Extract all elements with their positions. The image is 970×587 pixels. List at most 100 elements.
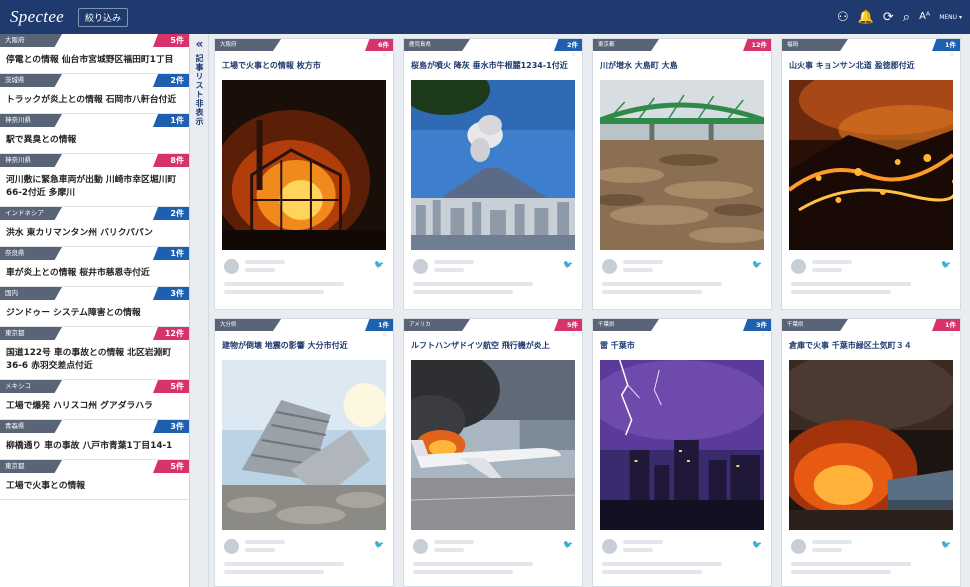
list-item[interactable]: 大阪府 5件 停電との情報 仙台市宮城野区福田町1丁目 xyxy=(0,34,189,74)
font-size-icon[interactable]: Aᴬ xyxy=(919,12,930,22)
avatar xyxy=(602,259,617,274)
incident-card[interactable]: 東京都 12件 ☆ 川が増水 大島町 大島 🐦 xyxy=(592,38,772,310)
twitter-icon[interactable]: 🐦 xyxy=(752,261,762,269)
tweet-text xyxy=(224,562,344,566)
incident-photo[interactable] xyxy=(600,80,764,250)
count-badge: 3件 xyxy=(743,319,771,331)
incident-photo[interactable] xyxy=(411,80,575,250)
tweet-text xyxy=(224,570,324,574)
list-item[interactable]: 東京都 12件 国道122号 車の事故との情報 北区岩淵町36-6 赤羽交差点付近 xyxy=(0,327,189,380)
list-item-title[interactable]: ジンドゥー システム障害との情報 xyxy=(0,300,189,326)
card-title[interactable]: 川が増水 大島町 大島 xyxy=(593,59,771,77)
list-item[interactable]: 奈良県 1件 車が炎上との情報 桜井市慈恩寺付近 xyxy=(0,247,189,287)
incident-card[interactable]: 大阪府 6件 ☆ 工場で火事との情報 枚方市 🐦 xyxy=(214,38,394,310)
tweet-text xyxy=(791,570,891,574)
list-item-title[interactable]: 駅で異臭との情報 xyxy=(0,127,189,153)
list-item-title[interactable]: 車が炎上との情報 桜井市慈恩寺付近 xyxy=(0,260,189,286)
hide-list-label[interactable]: 記事リスト非表示 xyxy=(194,54,205,126)
card-title[interactable]: 雷 千葉市 xyxy=(593,339,771,357)
avatar xyxy=(413,539,428,554)
search-icon[interactable]: ⌕ xyxy=(903,11,910,24)
region-tag: 東京都 xyxy=(0,327,62,340)
menu-icon[interactable]: MENU ▾ xyxy=(939,14,962,21)
tweet-handle xyxy=(245,548,275,552)
list-item-header: インドネシア 2件 xyxy=(0,207,189,220)
tweet-text xyxy=(602,570,702,574)
card-title[interactable]: ルフトハンザドイツ航空 飛行機が炎上 xyxy=(404,339,582,357)
list-item[interactable]: 神奈川県 8件 河川敷に緊急車両が出動 川崎市幸区堀川町66-2付近 多摩川 xyxy=(0,154,189,207)
bell-icon[interactable]: 🔔 xyxy=(858,11,874,24)
twitter-icon[interactable]: 🐦 xyxy=(941,541,951,549)
star-icon[interactable]: ☆ xyxy=(404,51,582,59)
list-item-title[interactable]: トラックが炎上との情報 石岡市八軒台付近 xyxy=(0,87,189,113)
list-item[interactable]: インドネシア 2件 洪水 東カリマンタン州 バリクパパン xyxy=(0,207,189,247)
tweet-handle xyxy=(434,268,464,272)
incident-card[interactable]: 鹿児島県 2件 ☆ 桜島が噴火 降灰 垂水市牛根麓1234-1付近 🐦 xyxy=(403,38,583,310)
region-tag: 奈良県 xyxy=(0,247,62,260)
refresh-icon[interactable]: ⟳ xyxy=(883,11,894,24)
incident-card[interactable]: 福岡 1件 ☆ 山火事 キョンサン北道 盈徳郡付近 🐦 xyxy=(781,38,961,310)
twitter-icon[interactable]: 🐦 xyxy=(374,261,384,269)
incident-photo[interactable] xyxy=(789,80,953,250)
list-item[interactable]: 神奈川県 1件 駅で異臭との情報 xyxy=(0,114,189,154)
people-icon[interactable]: ⚇ xyxy=(837,11,849,24)
star-icon[interactable]: ☆ xyxy=(782,51,960,59)
card-footer: 🐦 xyxy=(215,250,393,301)
twitter-icon[interactable]: 🐦 xyxy=(563,261,573,269)
star-icon[interactable]: ☆ xyxy=(404,331,582,339)
incident-photo[interactable] xyxy=(789,360,953,530)
list-item[interactable]: メキシコ 5件 工場で爆発 ハリスコ州 グアダラハラ xyxy=(0,380,189,420)
card-footer: 🐦 xyxy=(782,530,960,581)
list-item[interactable]: 茨城県 2件 トラックが炎上との情報 石岡市八軒台付近 xyxy=(0,74,189,114)
incident-photo[interactable] xyxy=(222,80,386,250)
incident-card[interactable]: 千葉県 1件 ☆ 倉庫で火事 千葉市緑区土気町３４ 🐦 xyxy=(781,318,961,587)
filter-button[interactable]: 絞り込み xyxy=(78,7,129,27)
twitter-icon[interactable]: 🐦 xyxy=(563,541,573,549)
list-item-title[interactable]: 停電との情報 仙台市宮城野区福田町1丁目 xyxy=(0,47,189,73)
list-item-header: 大阪府 5件 xyxy=(0,34,189,47)
star-icon[interactable]: ☆ xyxy=(215,331,393,339)
list-item-title[interactable]: 工場で火事との情報 xyxy=(0,473,189,499)
card-title[interactable]: 桜島が噴火 降灰 垂水市牛根麓1234-1付近 xyxy=(404,59,582,77)
count-badge: 2件 xyxy=(153,74,189,87)
incident-photo[interactable] xyxy=(411,360,575,530)
incident-photo[interactable] xyxy=(222,360,386,530)
double-chevron-left-icon[interactable]: « xyxy=(191,37,208,51)
star-icon[interactable]: ☆ xyxy=(593,331,771,339)
list-item-title[interactable]: 河川敷に緊急車両が出動 川崎市幸区堀川町66-2付近 多摩川 xyxy=(0,167,189,206)
region-tag: メキシコ xyxy=(0,380,62,393)
card-title[interactable]: 建物が倒壊 地震の影響 大分市付近 xyxy=(215,339,393,357)
twitter-icon[interactable]: 🐦 xyxy=(752,541,762,549)
twitter-icon[interactable]: 🐦 xyxy=(374,541,384,549)
incident-card[interactable]: 千葉県 3件 ☆ 雷 千葉市 🐦 xyxy=(592,318,772,587)
list-item-title[interactable]: 工場で爆発 ハリスコ州 グアダラハラ xyxy=(0,393,189,419)
incident-card[interactable]: アメリカ 5件 ☆ ルフトハンザドイツ航空 飛行機が炎上 🐦 xyxy=(403,318,583,587)
card-title[interactable]: 工場で火事との情報 枚方市 xyxy=(215,59,393,77)
region-tag: 国内 xyxy=(0,287,62,300)
star-icon[interactable]: ☆ xyxy=(782,331,960,339)
tweet-text xyxy=(413,282,533,286)
star-icon[interactable]: ☆ xyxy=(593,51,771,59)
twitter-icon[interactable]: 🐦 xyxy=(941,261,951,269)
list-item-title[interactable]: 洪水 東カリマンタン州 バリクパパン xyxy=(0,220,189,246)
collapse-panel[interactable]: « 記事リスト非表示 xyxy=(191,34,209,587)
list-item-header: 神奈川県 1件 xyxy=(0,114,189,127)
tweet-text xyxy=(224,290,324,294)
incident-photo[interactable] xyxy=(600,360,764,530)
tweet-text xyxy=(791,282,911,286)
list-item-title[interactable]: 国道122号 車の事故との情報 北区岩淵町36-6 赤羽交差点付近 xyxy=(0,340,189,379)
star-icon[interactable]: ☆ xyxy=(215,51,393,59)
card-title[interactable]: 山火事 キョンサン北道 盈徳郡付近 xyxy=(782,59,960,77)
list-item[interactable]: 青森県 3件 柳橋通り 車の事故 八戸市青葉1丁目14-1 xyxy=(0,420,189,460)
list-item[interactable]: 国内 3件 ジンドゥー システム障害との情報 xyxy=(0,287,189,327)
list-item-header: 東京都 12件 xyxy=(0,327,189,340)
count-badge: 12件 xyxy=(153,327,189,340)
tweet-text xyxy=(791,562,911,566)
incident-card[interactable]: 大分県 1件 ☆ 建物が倒壊 地震の影響 大分市付近 🐦 xyxy=(214,318,394,587)
count-badge: 1件 xyxy=(153,114,189,127)
app-logo[interactable]: Spectee xyxy=(10,7,64,27)
list-item[interactable]: 東京都 5件 工場で火事との情報 xyxy=(0,460,189,500)
list-item-title[interactable]: 柳橋通り 車の事故 八戸市青葉1丁目14-1 xyxy=(0,433,189,459)
card-title[interactable]: 倉庫で火事 千葉市緑区土気町３４ xyxy=(782,339,960,357)
tweet-author xyxy=(245,540,285,544)
